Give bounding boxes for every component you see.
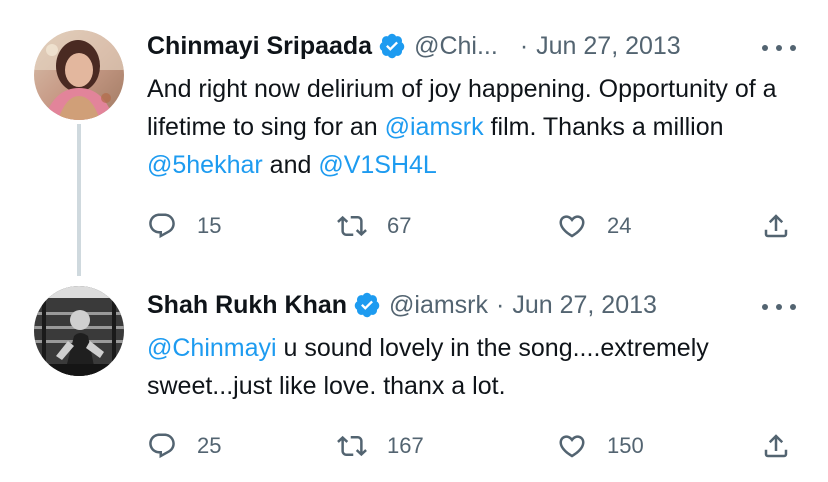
tweet-actions: 15 67 24 xyxy=(147,206,798,246)
like-count: 150 xyxy=(607,433,644,458)
tweet-header: Chinmayi Sripaada @Chi... · Jun 27, 2013 xyxy=(147,30,681,62)
mention-link[interactable]: @5hekhar xyxy=(147,151,263,179)
heart-icon xyxy=(559,435,585,458)
more-icon[interactable] xyxy=(762,38,796,58)
tweet[interactable]: Shah Rukh Khan @iamsrk · Jun 27, 2013 @C… xyxy=(0,270,828,482)
like-button[interactable]: 24 xyxy=(557,206,631,246)
share-button[interactable] xyxy=(761,426,791,466)
verified-badge-icon xyxy=(354,292,380,318)
verified-badge-icon xyxy=(379,33,405,59)
like-button[interactable]: 150 xyxy=(557,426,644,466)
author-name[interactable]: Shah Rukh Khan xyxy=(147,291,347,320)
mention-link[interactable]: @V1SH4L xyxy=(318,151,437,179)
author-name[interactable]: Chinmayi Sripaada xyxy=(147,32,372,61)
reply-icon xyxy=(149,433,175,459)
like-count: 24 xyxy=(607,213,632,238)
tweet-actions: 25 167 150 xyxy=(147,426,798,466)
separator-dot: · xyxy=(496,290,505,319)
reply-button[interactable]: 15 xyxy=(147,206,221,246)
retweet-icon xyxy=(337,435,367,457)
more-icon[interactable] xyxy=(762,297,796,317)
heart-icon xyxy=(559,215,585,238)
retweet-button[interactable]: 167 xyxy=(337,426,424,466)
retweet-icon xyxy=(337,215,367,237)
text-segment: film. Thanks a million xyxy=(483,113,724,141)
retweet-count: 167 xyxy=(387,433,424,458)
text-segment: and xyxy=(262,151,319,179)
share-button[interactable] xyxy=(761,206,791,246)
avatar-photo xyxy=(34,286,124,376)
mention-link[interactable]: @Chinmayi xyxy=(147,334,277,362)
retweet-count: 67 xyxy=(387,213,412,238)
tweet-text: @Chinmayi u sound lovely in the song....… xyxy=(147,329,807,405)
tweet-text: And right now delirium of joy happening.… xyxy=(147,70,807,184)
reply-count: 15 xyxy=(197,213,222,238)
tweet-header: Shah Rukh Khan @iamsrk · Jun 27, 2013 xyxy=(147,289,657,321)
avatar-photo xyxy=(34,30,124,120)
share-icon xyxy=(764,214,788,238)
author-handle[interactable]: @iamsrk xyxy=(389,291,488,320)
mention-link[interactable]: @iamsrk xyxy=(385,113,484,141)
reply-icon xyxy=(149,213,175,239)
tweet[interactable]: Chinmayi Sripaada @Chi... · Jun 27, 2013… xyxy=(0,0,828,276)
tweet-date[interactable]: Jun 27, 2013 xyxy=(536,32,681,61)
thread-line xyxy=(77,124,81,276)
retweet-button[interactable]: 67 xyxy=(337,206,411,246)
reply-count: 25 xyxy=(197,433,222,458)
tweet-date[interactable]: Jun 27, 2013 xyxy=(512,291,657,320)
reply-button[interactable]: 25 xyxy=(147,426,221,466)
author-handle[interactable]: @Chi... xyxy=(414,32,498,61)
share-icon xyxy=(764,434,788,458)
separator-dot: · xyxy=(519,31,529,60)
avatar[interactable] xyxy=(34,286,124,376)
avatar[interactable] xyxy=(34,30,124,120)
